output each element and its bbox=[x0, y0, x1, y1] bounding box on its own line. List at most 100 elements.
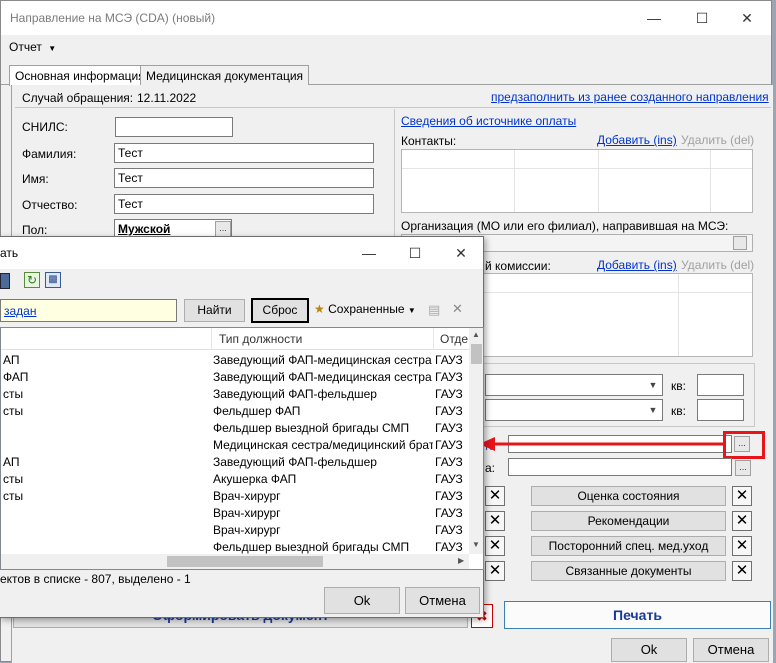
refresh-icon[interactable]: ↻ bbox=[24, 272, 40, 288]
address-combo-2[interactable]: ▼ bbox=[485, 399, 663, 421]
left-clear-button-2[interactable]: ✕ bbox=[485, 511, 505, 531]
status-text: ектов в списке - 807, выделено - 1 bbox=[0, 572, 191, 586]
left-clear-button-1[interactable]: ✕ bbox=[485, 486, 505, 506]
related-docs-clear-button[interactable]: ✕ bbox=[732, 561, 752, 581]
commission-delete-link[interactable]: Удалить (del) bbox=[681, 258, 754, 272]
left-clear-button-4[interactable]: ✕ bbox=[485, 561, 505, 581]
kv-field-1[interactable] bbox=[697, 374, 744, 396]
tab-main-info[interactable]: Основная информация bbox=[9, 65, 151, 86]
table-row[interactable]: АП Заведующий ФАП-медицинская сестра ГАУЗ bbox=[1, 351, 469, 368]
recommendations-clear-button[interactable]: ✕ bbox=[732, 511, 752, 531]
cell-position: Фельдшер выездной бригады СМП bbox=[213, 539, 410, 554]
print-button[interactable]: Печать bbox=[504, 601, 771, 629]
cell-name bbox=[1, 521, 211, 538]
condition-assessment-button[interactable]: Оценка состояния bbox=[531, 486, 726, 506]
cell-name bbox=[1, 504, 211, 521]
table-row[interactable]: Фельдшер выездной бригады СМП ГАУЗ bbox=[1, 419, 469, 436]
cell-dept: ГАУЗ bbox=[435, 386, 463, 401]
contacts-delete-link[interactable]: Удалить (del) bbox=[681, 133, 754, 147]
payment-source-link[interactable]: Сведения об источнике оплаты bbox=[401, 114, 576, 128]
scroll-up-icon[interactable]: ▲ bbox=[472, 330, 480, 339]
sex-select-button[interactable]: ... bbox=[215, 221, 231, 237]
table-row[interactable]: сты Акушерка ФАП ГАУЗ bbox=[1, 470, 469, 487]
contacts-add-link[interactable]: Добавить (ins) bbox=[597, 133, 677, 147]
dialog-cancel-button[interactable]: Отмена bbox=[405, 587, 480, 614]
print-icon[interactable] bbox=[0, 273, 10, 289]
menu-report[interactable]: Отчет ▼ bbox=[9, 40, 56, 54]
recommendations-button[interactable]: Рекомендации bbox=[531, 511, 726, 531]
saved-filters-dropdown[interactable]: ★ Сохраненные ▼ bbox=[314, 302, 416, 316]
h-scroll-thumb[interactable] bbox=[167, 556, 323, 567]
table-row[interactable]: Врач-хирург ГАУЗ bbox=[1, 504, 469, 521]
copy-icon[interactable]: ▩ bbox=[45, 272, 61, 288]
commission-label: й комиссии: bbox=[485, 259, 551, 273]
scroll-down-icon[interactable]: ▼ bbox=[472, 540, 480, 549]
related-docs-button[interactable]: Связанные документы bbox=[531, 561, 726, 581]
contacts-grid[interactable] bbox=[401, 149, 753, 213]
maximize-button[interactable]: ☐ bbox=[679, 1, 725, 35]
kv-field-2[interactable] bbox=[697, 399, 744, 421]
commission-grid[interactable] bbox=[483, 273, 753, 357]
main-cancel-button[interactable]: Отмена bbox=[693, 638, 769, 662]
table-row[interactable]: ФАП Заведующий ФАП-медицинская сестра ГАУЗ bbox=[1, 368, 469, 385]
table-row[interactable]: сты Фельдшер ФАП ГАУЗ bbox=[1, 402, 469, 419]
snils-field[interactable] bbox=[115, 117, 233, 137]
results-grid[interactable]: Тип должности Отде АП Заведующий ФАП-меди… bbox=[0, 327, 484, 570]
commission-add-link[interactable]: Добавить (ins) bbox=[597, 258, 677, 272]
cell-dept: ГАУЗ bbox=[435, 454, 463, 469]
cell-name: АП bbox=[3, 454, 20, 469]
dialog-ok-button[interactable]: Ok bbox=[324, 587, 400, 614]
table-row[interactable]: сты Врач-хирург ГАУЗ bbox=[1, 487, 469, 504]
condition-clear-button[interactable]: ✕ bbox=[732, 486, 752, 506]
cell-name: сты bbox=[3, 386, 24, 401]
dialog-close-button[interactable]: ✕ bbox=[438, 237, 484, 269]
surname-field[interactable]: Тест bbox=[114, 143, 374, 163]
patronymic-field[interactable]: Тест bbox=[114, 194, 374, 214]
cell-position: Врач-хирург bbox=[213, 505, 281, 520]
minimize-button[interactable]: — bbox=[631, 1, 677, 35]
close-button[interactable]: ✕ bbox=[724, 1, 770, 35]
scroll-thumb[interactable] bbox=[471, 344, 482, 364]
save-filter-icon[interactable]: ▤ bbox=[428, 302, 440, 318]
cell-dept: ГАУЗ bbox=[435, 352, 463, 367]
cell-name: сты bbox=[3, 488, 24, 503]
find-button[interactable]: Найти bbox=[184, 299, 245, 322]
reset-button[interactable]: Сброс bbox=[251, 298, 309, 323]
dialog-minimize-button[interactable]: — bbox=[346, 237, 392, 269]
results-table[interactable]: АП Заведующий ФАП-медицинская сестра ГАУЗ Ф… bbox=[1, 351, 469, 555]
selector-field-2[interactable] bbox=[508, 458, 732, 476]
vertical-scrollbar[interactable]: ▲ ▼ bbox=[469, 328, 483, 554]
outside-care-clear-button[interactable]: ✕ bbox=[732, 536, 752, 556]
cell-dept: ГАУЗ bbox=[435, 505, 463, 520]
dialog-search-input[interactable]: задан bbox=[0, 299, 177, 322]
cell-position: Акушерка ФАП bbox=[213, 471, 297, 486]
red-arrow-annotation bbox=[479, 437, 723, 451]
clear-filter-icon[interactable]: ✕ bbox=[452, 301, 463, 317]
col-position-header[interactable]: Тип должности bbox=[219, 332, 302, 346]
scroll-right-icon[interactable]: ▶ bbox=[458, 556, 464, 565]
left-clear-button-3[interactable]: ✕ bbox=[485, 536, 505, 556]
dialog-titlebar: ать — ☐ ✕ bbox=[0, 237, 483, 269]
kv-label-1: кв: bbox=[671, 379, 686, 393]
table-row[interactable]: Медицинская сестра/медицинский брат ГАУЗ bbox=[1, 436, 469, 453]
table-row[interactable]: сты Заведующий ФАП-фельдшер ГАУЗ bbox=[1, 385, 469, 402]
prefill-link[interactable]: предзаполнить из ранее созданного направ… bbox=[491, 90, 769, 104]
outside-care-button[interactable]: Посторонний спец. мед.уход bbox=[531, 536, 726, 556]
main-ok-button[interactable]: Ok bbox=[611, 638, 687, 662]
cell-position: Фельдшер выездной бригады СМП bbox=[213, 420, 410, 435]
dialog-maximize-button[interactable]: ☐ bbox=[392, 237, 438, 269]
tab-medical-docs[interactable]: Медицинская документация bbox=[140, 65, 310, 85]
chevron-down-icon: ▼ bbox=[648, 405, 658, 415]
snils-label: СНИЛС: bbox=[22, 120, 68, 134]
horizontal-scrollbar[interactable]: ▶ bbox=[1, 554, 469, 569]
name-label: Имя: bbox=[22, 172, 49, 186]
address-combo-1[interactable]: ▼ bbox=[485, 374, 663, 396]
name-field[interactable]: Тест bbox=[114, 168, 374, 188]
col-dept-header[interactable]: Отде bbox=[440, 332, 468, 346]
selector-button-2[interactable]: ... bbox=[735, 460, 751, 476]
org-select-button[interactable] bbox=[733, 236, 747, 250]
table-row[interactable]: Врач-хирург ГАУЗ bbox=[1, 521, 469, 538]
table-row[interactable]: Фельдшер выездной бригады СМП ГАУЗ bbox=[1, 538, 469, 555]
table-row[interactable]: АП Заведующий ФАП-фельдшер ГАУЗ bbox=[1, 453, 469, 470]
sex-label: Пол: bbox=[22, 223, 48, 237]
